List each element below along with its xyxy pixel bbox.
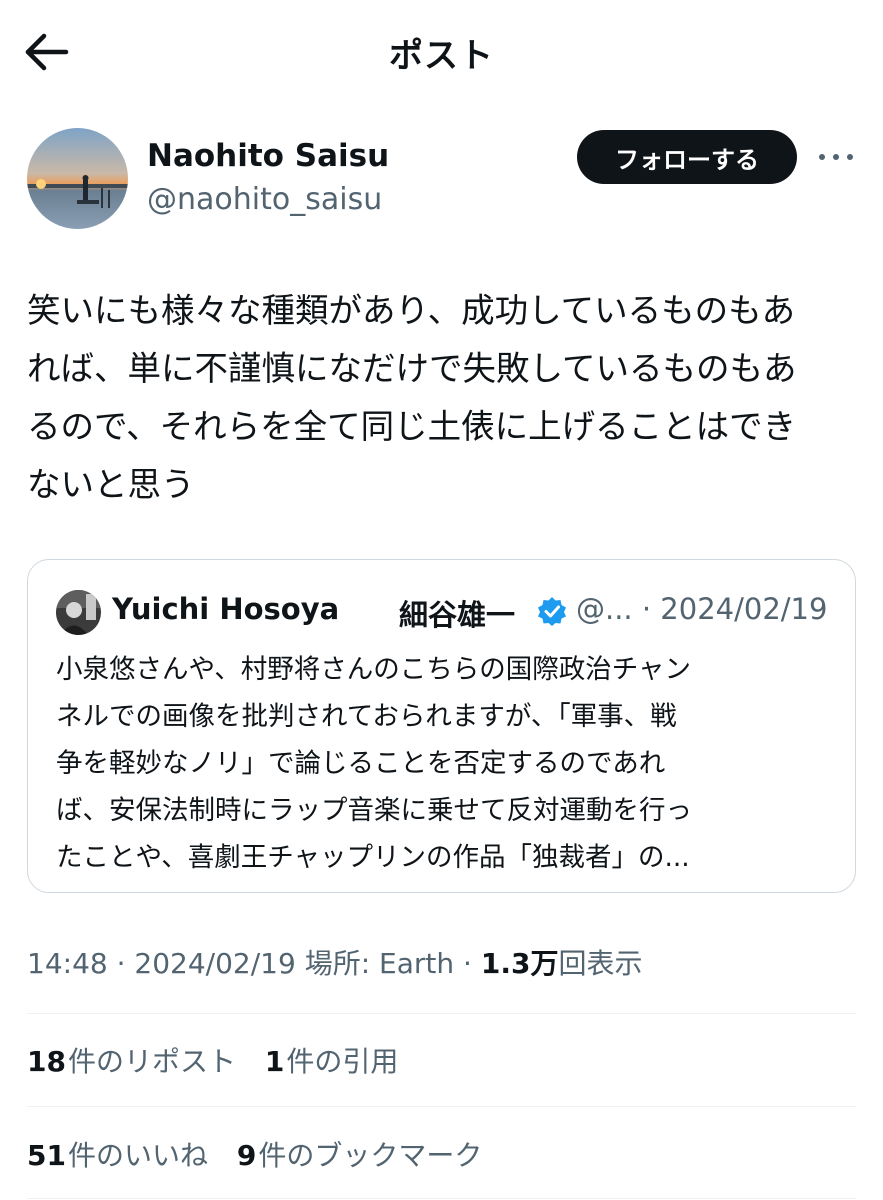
author-name[interactable]: Naohito Saisu (147, 138, 389, 174)
reposts-count: 18 (27, 1045, 66, 1078)
quoted-text-line: たことや、喜劇王チャップリンの作品「独裁者」の... (56, 842, 690, 873)
reposts-stat[interactable]: 18件のリポスト (27, 1045, 236, 1078)
verified-badge-icon (538, 597, 566, 626)
quoted-post-text: 小泉悠さんや、村野将さんのこちらの国際政治チャン ネルでの画像を批判されておられ… (56, 646, 831, 881)
divider (27, 1198, 856, 1199)
page-title: ポスト (389, 36, 494, 76)
more-options-button[interactable] (814, 146, 858, 168)
post-text: 笑いにも様々な種類があり、成功しているものもあ れば、単に不謹慎になだけで失敗し… (27, 282, 867, 514)
post-text-line: れば、単に不謹慎になだけで失敗しているものもあ (27, 349, 797, 388)
follow-button[interactable]: フォローする (577, 130, 797, 184)
author-handle[interactable]: @naohito_saisu (147, 182, 382, 217)
quotes-stat[interactable]: 1件の引用 (265, 1045, 399, 1078)
bookmarks-label: 件のブックマーク (258, 1139, 483, 1172)
bookmarks-stat[interactable]: 9件のブックマーク (237, 1139, 483, 1172)
top-bar: ポスト (0, 0, 883, 100)
like-stats-row: 51件のいいね 9件のブックマーク (27, 1134, 502, 1174)
quoted-author-avatar (56, 590, 101, 635)
quoted-post-card[interactable]: Yuichi Hosoya 細谷雄一 @... · 2024/02/19 小泉悠… (27, 559, 856, 893)
quoted-post-header: Yuichi Hosoya 細谷雄一 @... · 2024/02/19 (56, 590, 836, 635)
views-unit: 万 (530, 947, 559, 980)
more-dots-icon (819, 154, 853, 160)
quoted-text-line: ば、安保法制時にラップ音楽に乗せて反対運動を行っ (56, 795, 692, 826)
post-text-line: ないと思う (27, 465, 195, 504)
likes-stat[interactable]: 51件のいいね (27, 1139, 208, 1172)
views-count: 1.3 (480, 947, 531, 980)
likes-label: 件のいいね (67, 1139, 208, 1172)
likes-count: 51 (27, 1139, 66, 1172)
quoted-text-line: 小泉悠さんや、村野将さんのこちらの国際政治チャン (56, 654, 691, 685)
sunset-photo-icon (27, 128, 128, 229)
quoted-author-name-jp: 細谷雄一 (399, 598, 516, 632)
reposts-label: 件のリポスト (67, 1045, 236, 1078)
post-location: 場所: Earth (304, 947, 455, 980)
repost-stats-row: 18件のリポスト 1件の引用 (27, 1040, 418, 1080)
quoted-author-name: Yuichi Hosoya (112, 592, 340, 626)
post-text-line: 笑いにも様々な種類があり、成功しているものもあ (27, 291, 796, 330)
bookmarks-count: 9 (236, 1139, 257, 1172)
divider (27, 1106, 856, 1107)
quotes-label: 件の引用 (286, 1045, 399, 1078)
divider (27, 1013, 856, 1014)
quoted-text-line: 争を軽妙なノリ」で論じることを否定するのであれ (56, 748, 666, 779)
post-date[interactable]: 2024/02/19 (134, 947, 295, 980)
separator-dot: · (463, 947, 481, 980)
author-row: Naohito Saisu @naohito_saisu フォローする (0, 120, 883, 240)
post-meta: 14:48 · 2024/02/19 場所: Earth · 1.3万回表示 (27, 942, 643, 982)
separator-dot: · (116, 947, 135, 980)
post-time[interactable]: 14:48 (27, 947, 108, 980)
portrait-photo-icon (56, 590, 101, 635)
quotes-count: 1 (264, 1045, 285, 1078)
quoted-text-line: ネルでの画像を批判されておられますが、「軍事、戦 (56, 701, 677, 732)
author-avatar[interactable] (27, 128, 128, 229)
quoted-post-meta: @... · 2024/02/19 (576, 592, 828, 626)
post-text-line: るので、それらを全て同じ土俵に上げることはでき (27, 407, 797, 446)
views-label: 回表示 (558, 947, 643, 980)
